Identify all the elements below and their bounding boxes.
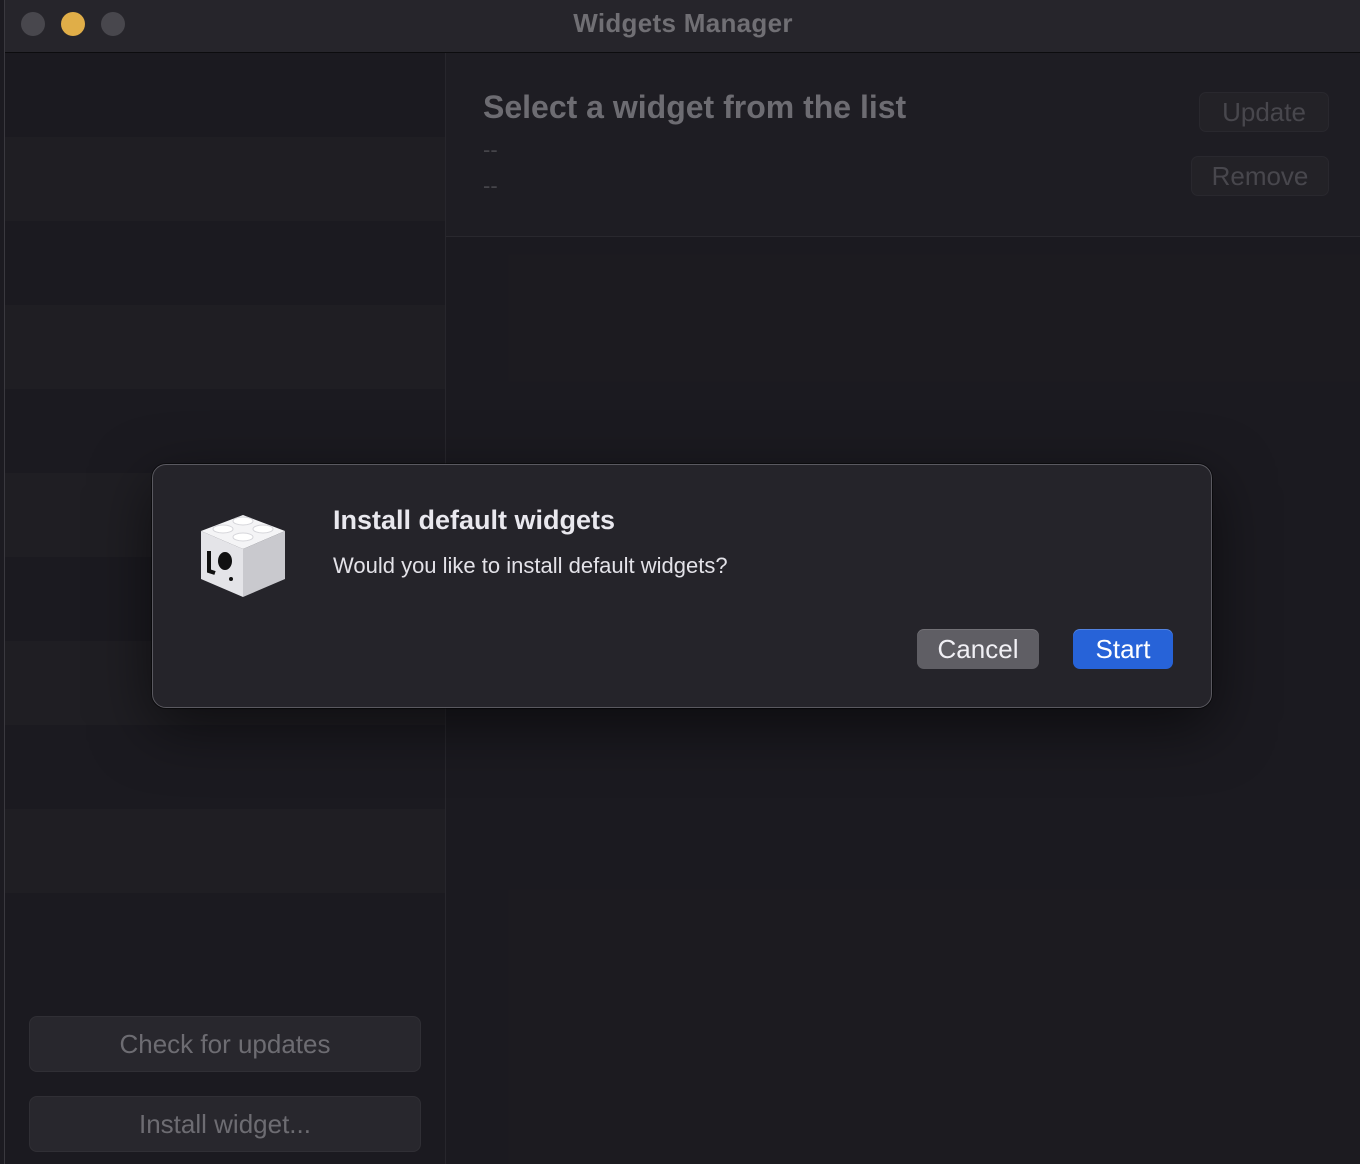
- start-button[interactable]: Start: [1073, 629, 1173, 669]
- widget-package-icon: [201, 515, 285, 597]
- dialog-message: Would you like to install default widget…: [333, 553, 728, 578]
- dialog-title: Install default widgets: [333, 505, 616, 535]
- cancel-button[interactable]: Cancel: [917, 629, 1039, 669]
- install-default-widgets-dialog: Install default widgets Would you like t…: [152, 464, 1212, 708]
